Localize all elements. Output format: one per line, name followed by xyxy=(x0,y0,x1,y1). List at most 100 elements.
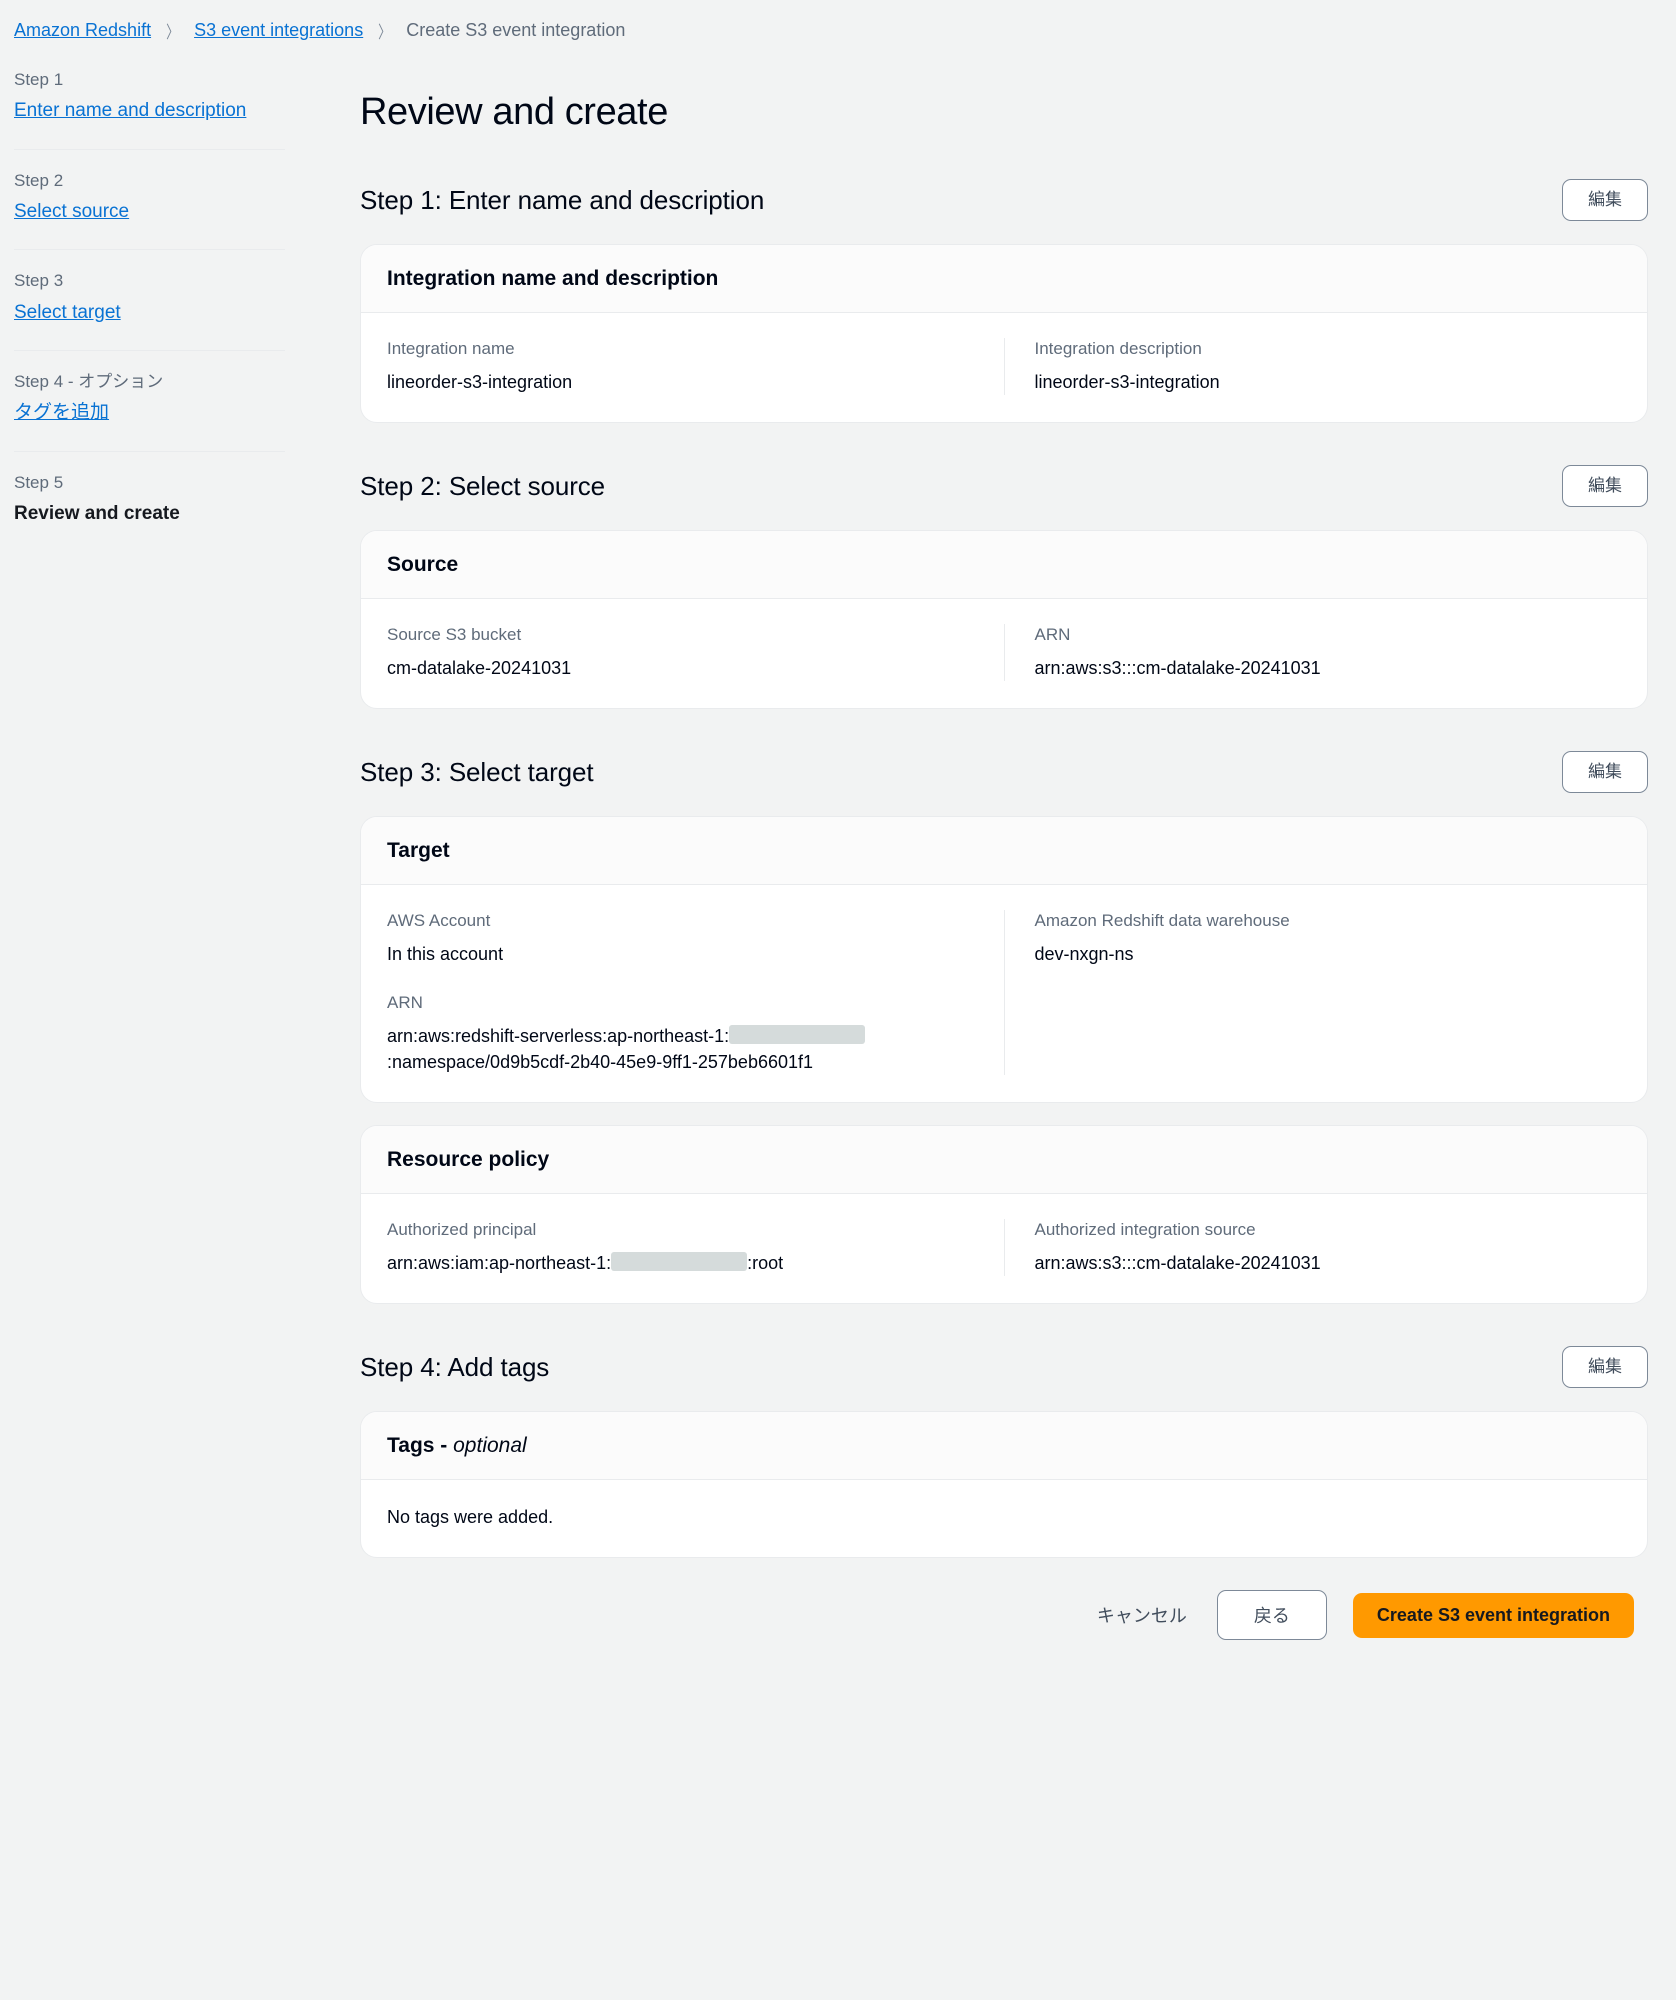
step-3-section: Step 3: Select target 編集 Target AWS Acco… xyxy=(360,750,1648,1305)
sidebar-item-step-4[interactable]: Step 4 - オプション タグを追加 xyxy=(14,371,330,430)
kv-label: Authorized integration source xyxy=(1034,1220,1256,1240)
source-bucket-item: Source S3 bucket cm-datalake-20241031 xyxy=(387,624,974,681)
tags-optional-label: optional xyxy=(453,1434,527,1458)
card-body: Source S3 bucket cm-datalake-20241031 AR… xyxy=(361,599,1647,708)
edit-step-3-button[interactable]: 編集 xyxy=(1562,751,1648,794)
authorized-principal-item: Authorized principal arn:aws:iam:ap-nort… xyxy=(387,1219,974,1276)
kv-column-right: Authorized integration source arn:aws:s3… xyxy=(1005,1219,1622,1276)
cancel-button[interactable]: キャンセル xyxy=(1093,1594,1191,1636)
kv-label: Authorized principal xyxy=(387,1220,537,1240)
authorized-integration-source-item: Authorized integration source arn:aws:s3… xyxy=(1035,1219,1622,1276)
sidebar-step-label[interactable]: Enter name and description xyxy=(14,98,246,124)
arn-suffix: :namespace/0d9b5cdf-2b40-45e9-9ff1-257be… xyxy=(387,1052,814,1073)
tags-title: Tags - xyxy=(387,1434,454,1458)
kv-value: In this account xyxy=(387,944,504,964)
target-card: Target AWS Account In this account ARN a… xyxy=(360,816,1648,1104)
kv-value: lineorder-s3-integration xyxy=(1034,371,1220,392)
card-body: Authorized principal arn:aws:iam:ap-nort… xyxy=(361,1194,1647,1303)
kv-label: Integration name xyxy=(387,339,515,358)
card-header: Tags - optional xyxy=(361,1412,1647,1481)
source-arn-item: ARN arn:aws:s3:::cm-datalake-20241031 xyxy=(1035,624,1622,681)
card-body: Integration name lineorder-s3-integratio… xyxy=(361,313,1647,422)
card-header: Source xyxy=(361,531,1647,600)
kv-column-right: ARN arn:aws:s3:::cm-datalake-20241031 xyxy=(1005,624,1622,681)
step-2-heading: Step 2: Select source xyxy=(360,470,606,501)
sidebar-divider xyxy=(14,249,285,251)
arn-prefix: arn:aws:redshift-serverless:ap-northeast… xyxy=(387,1026,730,1047)
key-value-grid: Authorized principal arn:aws:iam:ap-nort… xyxy=(387,1219,1622,1277)
card-title: Target xyxy=(387,839,450,863)
page-title: Review and create xyxy=(360,91,668,133)
tags-empty-message: No tags were added. xyxy=(387,1507,554,1528)
wizard-navigation-sidebar: Step 1 Enter name and description Step 2… xyxy=(0,57,330,531)
step-4-heading: Step 4: Add tags xyxy=(360,1351,550,1382)
key-value-grid: Source S3 bucket cm-datalake-20241031 AR… xyxy=(387,624,1622,682)
integration-description-item: Integration description lineorder-s3-int… xyxy=(1035,338,1622,395)
principal-prefix: arn:aws:iam:ap-northeast-1: xyxy=(387,1253,612,1274)
sidebar-item-step-2[interactable]: Step 2 Select source xyxy=(14,170,330,229)
breadcrumb-item-s3-event-integrations[interactable]: S3 event integrations xyxy=(194,20,363,41)
back-button[interactable]: 戻る xyxy=(1216,1590,1327,1641)
sidebar-step-number: Step 5 xyxy=(14,472,64,492)
step-2-section: Step 2: Select source 編集 Source Source S… xyxy=(360,464,1648,710)
breadcrumb-item-amazon-redshift[interactable]: Amazon Redshift xyxy=(14,20,151,41)
kv-label: Integration description xyxy=(1034,339,1202,358)
kv-column-right: Integration description lineorder-s3-int… xyxy=(1005,338,1622,395)
main-content: Review and create Step 1: Enter name and… xyxy=(330,57,1662,1670)
chevron-right-icon: 〉 xyxy=(166,23,179,42)
sidebar-step-number: Step 3 xyxy=(14,271,64,291)
kv-label: ARN xyxy=(1034,625,1071,645)
chevron-right-icon: 〉 xyxy=(378,23,392,42)
sidebar-step-number: Step 2 xyxy=(14,170,64,190)
edit-step-4-button[interactable]: 編集 xyxy=(1562,1346,1648,1389)
breadcrumb: Amazon Redshift 〉 S3 event integrations … xyxy=(0,0,1676,57)
step-2-header: Step 2: Select source 編集 xyxy=(360,464,1648,508)
key-value-grid: AWS Account In this account ARN arn:aws:… xyxy=(387,910,1622,1076)
card-title: Resource policy xyxy=(387,1148,550,1172)
source-card: Source Source S3 bucket cm-datalake-2024… xyxy=(360,530,1648,710)
sidebar-item-step-1[interactable]: Step 1 Enter name and description xyxy=(14,69,330,128)
kv-value: cm-datalake-20241031 xyxy=(387,657,572,678)
sidebar-step-number: Step 4 - オプション xyxy=(14,372,164,392)
sidebar-step-label[interactable]: タグを追加 xyxy=(14,400,109,426)
breadcrumb-item-current: Create S3 event integration xyxy=(406,20,626,40)
key-value-grid: Integration name lineorder-s3-integratio… xyxy=(387,338,1622,396)
sidebar-step-label[interactable]: Select source xyxy=(14,199,129,225)
step-4-section: Step 4: Add tags 編集 Tags - optional No t… xyxy=(360,1345,1648,1559)
sidebar-item-step-3[interactable]: Step 3 Select target xyxy=(14,270,330,329)
create-s3-event-integration-button[interactable]: Create S3 event integration xyxy=(1352,1592,1634,1638)
sidebar-divider xyxy=(14,148,285,150)
sidebar-step-label[interactable]: Select target xyxy=(14,300,121,326)
edit-step-1-button[interactable]: 編集 xyxy=(1562,178,1648,222)
kv-column-left: AWS Account In this account ARN arn:aws:… xyxy=(387,910,1004,1075)
card-header: Target xyxy=(361,817,1647,886)
kv-column-right: Amazon Redshift data warehouse dev-nxgn-… xyxy=(1005,910,1622,1075)
principal-suffix: :root xyxy=(747,1253,784,1274)
kv-label: AWS Account xyxy=(387,911,491,931)
step-3-header: Step 3: Select target 編集 xyxy=(360,750,1648,794)
card-header: Resource policy xyxy=(361,1126,1647,1195)
kv-value: arn:aws:s3:::cm-datalake-20241031 xyxy=(1034,657,1321,678)
resource-policy-card: Resource policy Authorized principal arn… xyxy=(360,1125,1648,1305)
sidebar-divider xyxy=(14,450,285,452)
kv-value: dev-nxgn-ns xyxy=(1034,944,1134,964)
step-4-header: Step 4: Add tags 編集 xyxy=(360,1345,1648,1389)
kv-value: arn:aws:iam:ap-northeast-1: :root xyxy=(387,1250,974,1276)
kv-column-left: Source S3 bucket cm-datalake-20241031 xyxy=(387,624,1004,681)
step-1-heading: Step 1: Enter name and description xyxy=(360,184,765,215)
kv-column-left: Authorized principal arn:aws:iam:ap-nort… xyxy=(387,1219,1004,1276)
aws-account-item: AWS Account In this account xyxy=(387,910,974,967)
card-title: Integration name and description xyxy=(387,267,719,290)
card-title: Source xyxy=(387,553,459,577)
kv-column-left: Integration name lineorder-s3-integratio… xyxy=(387,338,1004,395)
sidebar-step-number: Step 1 xyxy=(14,70,64,89)
sidebar-divider xyxy=(14,350,285,352)
card-body: AWS Account In this account ARN arn:aws:… xyxy=(361,885,1647,1102)
kv-label: ARN xyxy=(387,993,423,1013)
step-3-heading: Step 3: Select target xyxy=(360,756,594,787)
kv-value: lineorder-s3-integration xyxy=(387,371,573,392)
edit-step-2-button[interactable]: 編集 xyxy=(1562,464,1648,508)
sidebar-step-label: Review and create xyxy=(14,503,180,525)
data-warehouse-item: Amazon Redshift data warehouse dev-nxgn-… xyxy=(1035,910,1622,967)
integration-name-item: Integration name lineorder-s3-integratio… xyxy=(387,338,974,395)
